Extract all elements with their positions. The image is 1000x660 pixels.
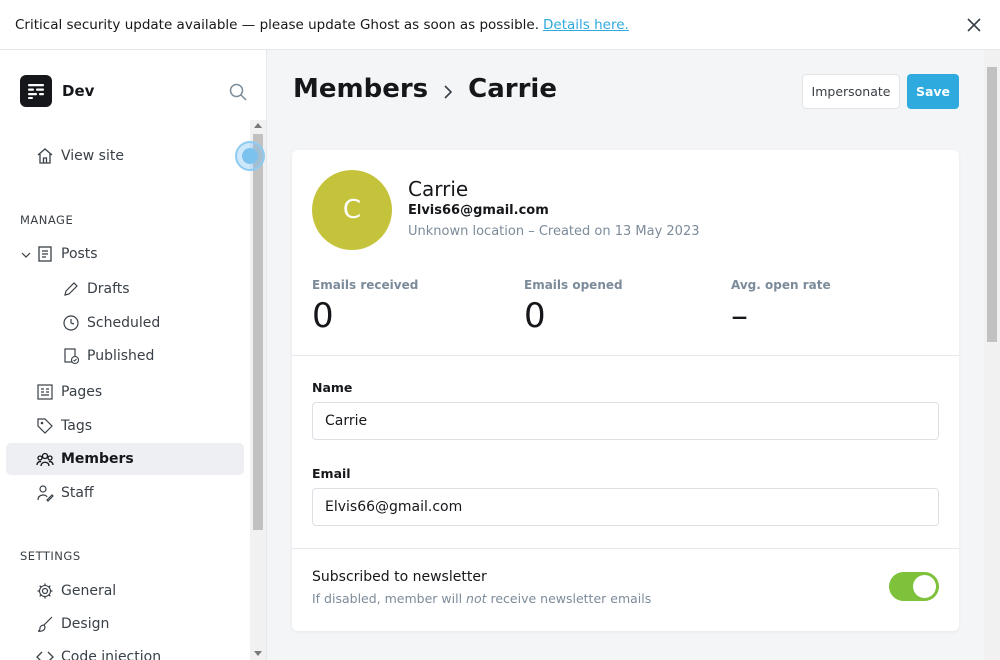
code-icon (36, 648, 54, 660)
sidebar-item-label: Design (61, 616, 110, 632)
chevron-right-icon (440, 79, 456, 99)
member-name: Carrie (408, 177, 469, 201)
tag-icon (36, 417, 54, 435)
stat-label-emails-received: Emails received (312, 278, 419, 292)
cursor-indicator (235, 141, 265, 171)
sidebar-item-label: Published (87, 348, 155, 364)
member-card: C Carrie Elvis66@gmail.com Unknown locat… (292, 150, 959, 631)
newsletter-description: If disabled, member will not receive new… (312, 591, 651, 606)
sidebar-item-view-site[interactable]: View site (6, 140, 244, 172)
email-label: Email (312, 466, 351, 481)
sidebar-item-published[interactable]: Published (6, 340, 244, 372)
site-name: Dev (62, 82, 95, 100)
sidebar-item-design[interactable]: Design (6, 608, 244, 640)
pencil-icon (62, 280, 80, 298)
sidebar-scrollbar-thumb[interactable] (253, 134, 263, 530)
divider (292, 548, 959, 549)
sidebar-item-members[interactable]: Members (6, 443, 244, 475)
newsletter-desc-post: receive newsletter emails (486, 591, 652, 606)
sidebar-item-posts[interactable]: Posts (6, 238, 244, 270)
main-scrollbar[interactable] (984, 50, 1000, 660)
sidebar-item-label: Scheduled (87, 315, 161, 331)
sidebar-item-label: Code injection (61, 649, 162, 660)
email-field[interactable] (312, 488, 939, 526)
published-icon (62, 347, 80, 365)
member-meta: Unknown location – Created on 13 May 202… (408, 224, 700, 239)
main-scrollbar-thumb[interactable] (987, 67, 997, 342)
newsletter-title: Subscribed to newsletter (312, 569, 487, 585)
name-field[interactable] (312, 402, 939, 440)
section-header-settings: SETTINGS (20, 549, 81, 563)
stat-label-open-rate: Avg. open rate (731, 278, 831, 292)
newsletter-desc-pre: If disabled, member will (312, 591, 467, 606)
sidebar-item-label: Members (61, 451, 134, 467)
members-icon (36, 450, 54, 468)
staff-icon (36, 484, 54, 502)
member-email: Elvis66@gmail.com (408, 203, 549, 218)
search-icon[interactable] (228, 82, 248, 102)
sidebar-item-scheduled[interactable]: Scheduled (6, 307, 244, 339)
chevron-down-icon[interactable] (20, 249, 32, 261)
section-header-manage: MANAGE (20, 213, 74, 227)
scroll-down-arrow-icon[interactable] (254, 651, 262, 656)
toggle-knob (913, 575, 936, 598)
gear-icon (36, 582, 54, 600)
breadcrumb-current: Carrie (468, 74, 557, 104)
sidebar-item-general[interactable]: General (6, 575, 244, 607)
impersonate-button[interactable]: Impersonate (802, 74, 900, 109)
stat-value-emails-opened: 0 (524, 296, 546, 336)
pages-icon (36, 383, 54, 401)
sidebar-scrollbar[interactable] (250, 120, 266, 660)
sidebar-item-label: Posts (61, 246, 98, 262)
site-logo-icon (20, 75, 52, 107)
alert-details-link[interactable]: Details here. (543, 17, 629, 33)
site-brand[interactable]: Dev (20, 75, 94, 107)
security-alert-bar: Critical security update available — ple… (0, 0, 1000, 50)
sidebar: Dev View site MANAGE Posts Drafts Schedu… (0, 50, 267, 660)
divider (292, 355, 959, 356)
sidebar-item-tags[interactable]: Tags (6, 410, 244, 442)
alert-message: Critical security update available — ple… (15, 16, 540, 33)
scroll-up-arrow-icon[interactable] (254, 123, 262, 128)
sidebar-item-pages[interactable]: Pages (6, 376, 244, 408)
sidebar-item-staff[interactable]: Staff (6, 477, 244, 509)
stat-label-emails-opened: Emails opened (524, 278, 623, 292)
stat-value-emails-received: 0 (312, 296, 334, 336)
newsletter-desc-em: not (466, 591, 487, 606)
breadcrumb: Members Carrie (293, 74, 557, 104)
breadcrumb-members-link[interactable]: Members (293, 74, 428, 104)
home-icon (36, 147, 54, 165)
sidebar-item-label: Drafts (87, 281, 130, 297)
sidebar-item-label: View site (61, 148, 124, 164)
close-icon[interactable] (964, 15, 984, 35)
sidebar-item-label: Pages (61, 384, 103, 400)
sidebar-item-label: Tags (61, 418, 92, 434)
newsletter-toggle[interactable] (889, 572, 939, 601)
sidebar-item-label: General (61, 583, 117, 599)
save-button[interactable]: Save (907, 74, 959, 109)
name-label: Name (312, 380, 353, 395)
sidebar-item-drafts[interactable]: Drafts (6, 273, 244, 305)
avatar: C (312, 170, 392, 250)
main-content: Members Carrie Impersonate Save C Carrie… (267, 50, 1000, 660)
stat-value-open-rate: – (731, 296, 748, 336)
posts-icon (36, 245, 54, 263)
brush-icon (36, 615, 54, 633)
sidebar-item-label: Staff (61, 485, 94, 501)
sidebar-item-code-injection[interactable]: Code injection (6, 641, 244, 660)
clock-icon (62, 314, 80, 332)
